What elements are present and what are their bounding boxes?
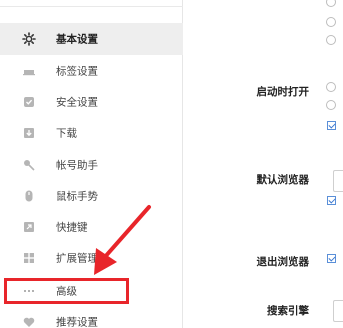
extension-icon (22, 251, 36, 265)
heart-icon (22, 315, 36, 328)
sidebar-item-security-settings[interactable]: 安全设置 (0, 86, 183, 118)
tab-icon (22, 64, 36, 78)
divider (0, 6, 183, 7)
sidebar-item-account-helper[interactable]: 帐号助手 (0, 149, 183, 181)
startup-radio-option[interactable] (326, 82, 336, 92)
sidebar-item-basic-settings[interactable]: 基本设置 (0, 23, 183, 55)
startup-label: 启动时打开 (256, 86, 310, 98)
gear-icon (22, 32, 36, 46)
search-engine-select[interactable] (333, 300, 343, 322)
startup-radio-option[interactable] (326, 100, 336, 110)
radio-option[interactable] (326, 17, 336, 27)
exit-browser-label: 退出浏览器 (256, 256, 310, 268)
sidebar-item-tab-settings[interactable]: 标签设置 (0, 55, 183, 87)
sidebar-item-label: 标签设置 (56, 65, 98, 78)
radio-option[interactable] (326, 35, 336, 45)
sidebar-item-label: 基本设置 (56, 33, 98, 46)
sidebar-item-recommended-settings[interactable]: 推荐设置 (0, 306, 183, 328)
default-browser-checkbox[interactable] (327, 196, 336, 205)
shield-icon (22, 95, 36, 109)
sidebar-item-shortcut-keys[interactable]: 快捷键 (0, 211, 183, 243)
settings-main-panel: 启动时打开 默认浏览器 退出浏览器 搜索引擎 (184, 0, 343, 328)
default-browser-label: 默认浏览器 (256, 174, 310, 186)
sidebar-item-label: 推荐设置 (56, 316, 98, 328)
shortcut-icon (22, 220, 36, 234)
sidebar-item-label: 帐号助手 (56, 159, 98, 172)
sidebar-item-label: 鼠标手势 (56, 190, 98, 203)
sidebar-item-label: 安全设置 (56, 96, 98, 109)
sidebar-item-label: 扩展管理 (56, 252, 98, 265)
download-icon (22, 126, 36, 140)
mouse-icon (22, 189, 36, 203)
default-browser-button[interactable] (333, 170, 343, 192)
sidebar-item-label: 快捷键 (56, 221, 88, 234)
search-engine-label: 搜索引擎 (267, 305, 309, 317)
startup-checkbox[interactable] (327, 121, 336, 130)
sidebar-item-mouse-gesture[interactable]: 鼠标手势 (0, 180, 183, 212)
exit-browser-checkbox[interactable] (327, 254, 336, 263)
highlight-box (4, 278, 129, 304)
sidebar-item-extension-management[interactable]: 扩展管理 (0, 242, 183, 274)
sidebar-item-download[interactable]: 下载 (0, 117, 183, 149)
key-icon (22, 158, 36, 172)
sidebar-item-label: 下载 (56, 127, 77, 140)
